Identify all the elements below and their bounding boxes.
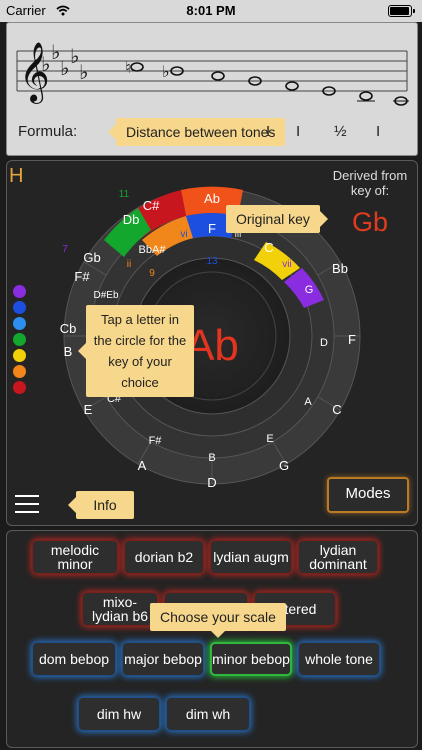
num-11: 11 [119, 189, 130, 200]
music-staff: 𝄞 ♭ ♭♭ ♭♭ ♮ ♭ [16, 40, 409, 106]
formula-label: Formula: [18, 123, 78, 140]
scale-melodic-minor[interactable]: melodic minor [32, 540, 118, 574]
status-bar: Carrier 8:01 PM [0, 0, 422, 22]
scale-dom-bebop[interactable]: dom bebop [32, 642, 116, 676]
color-legend [13, 285, 26, 397]
svg-text:♭: ♭ [79, 60, 88, 84]
label-g-bottom[interactable]: G [279, 458, 289, 473]
choose-scale-tooltip: Choose your scale [150, 603, 286, 638]
numeral-vi: vi [180, 229, 187, 240]
label-bb[interactable]: Bb [332, 261, 348, 276]
scale-mixolydian-b6[interactable]: mixo- lydian b6 [82, 592, 158, 626]
numeral-ii: ii [127, 259, 131, 270]
modes-button[interactable]: Modes [327, 477, 409, 513]
numeral-vii: vii [282, 259, 291, 270]
label-b[interactable]: B [64, 344, 73, 359]
interval-3: ½ [334, 123, 347, 140]
label-a-mid[interactable]: A [304, 396, 312, 408]
scale-major-bebop[interactable]: major bebop [122, 642, 204, 676]
legend-dot-purple [13, 285, 26, 298]
legend-dot-orange [13, 365, 26, 378]
label-d-right[interactable]: D [320, 337, 328, 349]
legend-dot-red [13, 381, 26, 394]
label-a-bottom[interactable]: A [138, 458, 147, 473]
original-key-text: Original key [236, 211, 310, 227]
num-7: 7 [62, 244, 68, 255]
legend-dot-yellow [13, 349, 26, 362]
legend-dot-light-blue [13, 317, 26, 330]
info-tooltip: Info [68, 491, 134, 519]
label-ab-outer[interactable]: Ab [204, 191, 220, 206]
natural-sign-icon: ♮ [125, 58, 131, 77]
label-dseb[interactable]: D#Eb [93, 290, 118, 301]
label-gb[interactable]: Gb [83, 250, 100, 265]
label-d-bottom[interactable]: D [207, 475, 216, 490]
interval-4: I [376, 123, 381, 140]
label-b-low[interactable]: B [208, 452, 215, 464]
label-bbas[interactable]: BbA# [139, 244, 167, 256]
interval-1: I [266, 123, 271, 140]
label-f-outer[interactable]: F [348, 332, 356, 347]
label-f[interactable]: F [208, 221, 216, 236]
flat-sign-icon: ♭ [162, 62, 170, 81]
battery-icon [388, 5, 415, 17]
distance-tooltip-text: Distance between tones [126, 124, 276, 140]
label-cb[interactable]: Cb [60, 321, 77, 336]
info-tooltip-text: Info [93, 497, 117, 513]
label-e-right[interactable]: E [266, 433, 273, 445]
numeral-iv: IV [109, 238, 119, 249]
scale-dim-hw[interactable]: dim hw [78, 697, 160, 731]
svg-text:♭: ♭ [41, 52, 50, 76]
num-13: 13 [206, 256, 218, 267]
distance-tooltip: Distance between tones [107, 118, 286, 146]
scale-minor-bebop[interactable]: minor bebop [210, 642, 292, 676]
clock: 8:01 PM [186, 3, 236, 18]
num-9: 9 [149, 268, 155, 279]
label-e-left[interactable]: E [84, 402, 93, 417]
original-key-tooltip: Original key [226, 205, 328, 233]
scale-lydian-dominant[interactable]: lydian dominant [298, 540, 378, 574]
label-c[interactable]: C [264, 240, 273, 255]
tap-tooltip-text: Tap a letter in the circle for the key o… [93, 312, 187, 390]
scale-whole-tone[interactable]: whole tone [298, 642, 380, 676]
label-db[interactable]: Db [123, 212, 140, 227]
choose-scale-text: Choose your scale [160, 609, 276, 625]
scale-dim-wh[interactable]: dim wh [166, 697, 250, 731]
label-g-inner[interactable]: G [305, 284, 314, 296]
help-glyph[interactable]: H [9, 165, 23, 188]
svg-text:♭: ♭ [60, 56, 69, 80]
label-c-outer[interactable]: C [332, 402, 341, 417]
label-fs[interactable]: F# [74, 269, 90, 284]
menu-icon[interactable] [15, 495, 39, 513]
scale-notes [130, 62, 408, 106]
interval-2: I [296, 123, 301, 140]
label-cs[interactable]: C# [143, 198, 160, 213]
label-fs-low[interactable]: F# [149, 435, 163, 447]
legend-dot-blue [13, 301, 26, 314]
tap-tooltip: Tap a letter in the circle for the key o… [78, 305, 194, 397]
legend-dot-green [13, 333, 26, 346]
scale-lydian-augm[interactable]: lydian augm [210, 540, 292, 574]
scale-dorian-b2[interactable]: dorian b2 [124, 540, 204, 574]
